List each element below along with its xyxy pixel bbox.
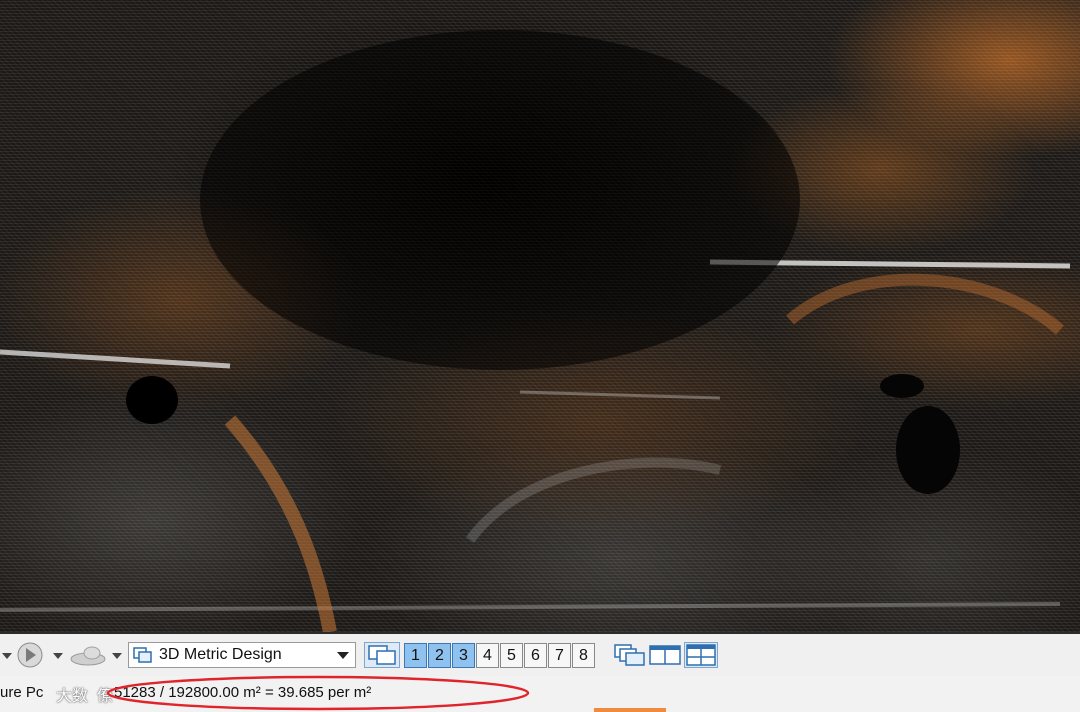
view-button-6[interactable]: 6 (524, 643, 547, 668)
road-stripe-left (0, 349, 231, 369)
view-button-1[interactable]: 1 (404, 643, 427, 668)
split-horizontal-icon[interactable] (648, 642, 682, 668)
progress-indicator (594, 708, 666, 712)
annotation-ellipse (106, 675, 530, 711)
point-cloud-viewport[interactable] (0, 0, 1080, 632)
road-stripe-bottom (0, 602, 1061, 612)
chevron-down-icon[interactable] (53, 653, 63, 659)
tile-views-icon[interactable] (684, 642, 718, 668)
chevron-down-icon[interactable] (337, 651, 349, 659)
model-icon (133, 647, 152, 663)
view-button-8[interactable]: 8 (572, 643, 595, 668)
terrain-arc-2 (786, 273, 1064, 335)
view-button-4[interactable]: 4 (476, 643, 499, 668)
void-right (896, 406, 960, 494)
void-right-small (880, 374, 924, 398)
void-left (126, 376, 178, 424)
view-group-icon[interactable] (364, 642, 400, 668)
view-button-3[interactable]: 3 (452, 643, 475, 668)
shape-icon[interactable] (68, 642, 108, 668)
tree-canopy (200, 30, 800, 370)
chevron-down-icon[interactable] (112, 653, 122, 659)
status-prompt: ure Pc (0, 684, 44, 701)
point-cloud-features (0, 30, 1071, 632)
design-model-label: 3D Metric Design (159, 646, 282, 663)
terrain-arc-3 (465, 457, 722, 543)
design-model-select[interactable]: 3D Metric Design (128, 642, 356, 668)
view-button-7[interactable]: 7 (548, 643, 571, 668)
terrain-arc-1 (224, 415, 337, 632)
view-button-5[interactable]: 5 (500, 643, 523, 668)
view-button-2[interactable]: 2 (428, 643, 451, 668)
road-stripe-middle (519, 390, 721, 400)
copy-view-icon[interactable] (612, 642, 648, 668)
view-toolbar: 3D Metric Design 1 2 3 4 5 6 7 8 (0, 632, 1080, 676)
chevron-down-icon[interactable] (2, 653, 12, 659)
forward-icon[interactable] (14, 642, 46, 668)
